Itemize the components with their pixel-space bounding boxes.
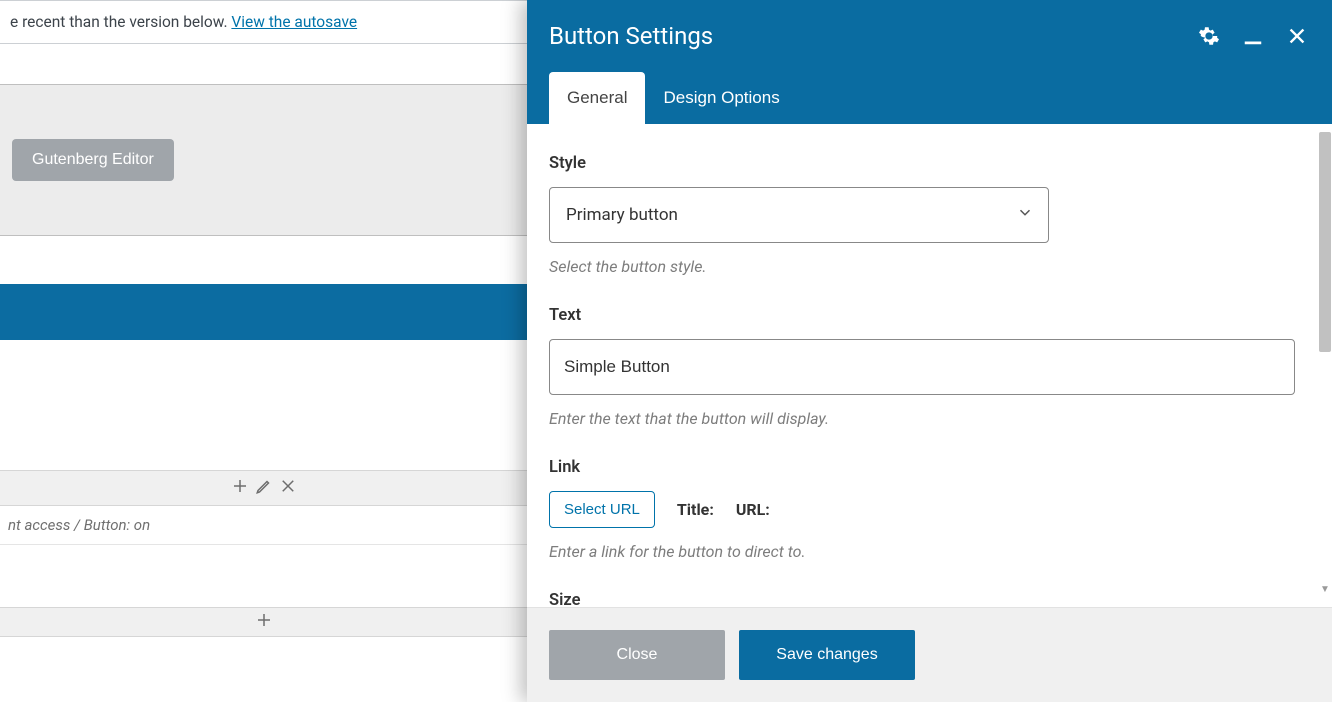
button-settings-panel: Button Settings General Design Options S…	[527, 0, 1332, 702]
tab-general[interactable]: General	[549, 72, 645, 124]
scrollbar-thumb[interactable]	[1319, 132, 1331, 352]
close-button[interactable]: Close	[549, 630, 725, 680]
add-block-row[interactable]	[0, 607, 527, 637]
close-icon[interactable]	[279, 477, 297, 499]
text-label: Text	[549, 306, 1310, 325]
style-select[interactable]: Primary button	[549, 187, 1049, 243]
panel-header-actions	[1196, 23, 1310, 49]
minimize-icon[interactable]	[1240, 23, 1266, 49]
panel-body: Style Primary button Select the button s…	[527, 124, 1332, 607]
style-select-value: Primary button	[566, 205, 678, 225]
panel-header: Button Settings General Design Options	[527, 0, 1332, 124]
pencil-icon[interactable]	[255, 477, 273, 499]
breadcrumb: nt access / Button: on	[0, 506, 527, 545]
panel-title: Button Settings	[549, 22, 713, 50]
view-autosave-link[interactable]: View the autosave	[231, 13, 357, 31]
plus-icon	[255, 611, 273, 633]
link-row: Select URL Title: URL:	[549, 491, 1310, 528]
link-title-label: Title:	[677, 500, 714, 519]
size-label: Size	[549, 591, 1310, 607]
scroll-down-arrow[interactable]: ▼	[1320, 584, 1330, 594]
gear-icon[interactable]	[1196, 23, 1222, 49]
autosave-notice: e recent than the version below. View th…	[0, 0, 527, 44]
panel-scrollbar[interactable]	[1318, 132, 1332, 600]
notice-text: e recent than the version below.	[10, 13, 231, 31]
text-hint: Enter the text that the button will disp…	[549, 409, 1310, 428]
editor-area: e recent than the version below. View th…	[0, 0, 527, 702]
tab-design-options[interactable]: Design Options	[645, 72, 797, 124]
link-url-label: URL:	[736, 500, 770, 519]
button-text-input[interactable]	[549, 339, 1295, 395]
plus-icon[interactable]	[231, 477, 249, 499]
gutenberg-editor-button[interactable]: Gutenberg Editor	[12, 139, 174, 181]
style-hint: Select the button style.	[549, 257, 1310, 276]
content-blue-block	[0, 284, 527, 340]
panel-footer: Close Save changes	[527, 607, 1332, 702]
save-changes-button[interactable]: Save changes	[739, 630, 915, 680]
close-icon[interactable]	[1284, 23, 1310, 49]
link-hint: Enter a link for the button to direct to…	[549, 542, 1310, 561]
style-label: Style	[549, 154, 1310, 173]
chevron-down-icon	[1016, 204, 1034, 227]
select-url-button[interactable]: Select URL	[549, 491, 655, 528]
panel-tabs: General Design Options	[527, 60, 1332, 124]
link-label: Link	[549, 458, 1310, 477]
editor-toolbar-section: Gutenberg Editor	[0, 84, 527, 236]
block-controls-row	[0, 470, 527, 506]
